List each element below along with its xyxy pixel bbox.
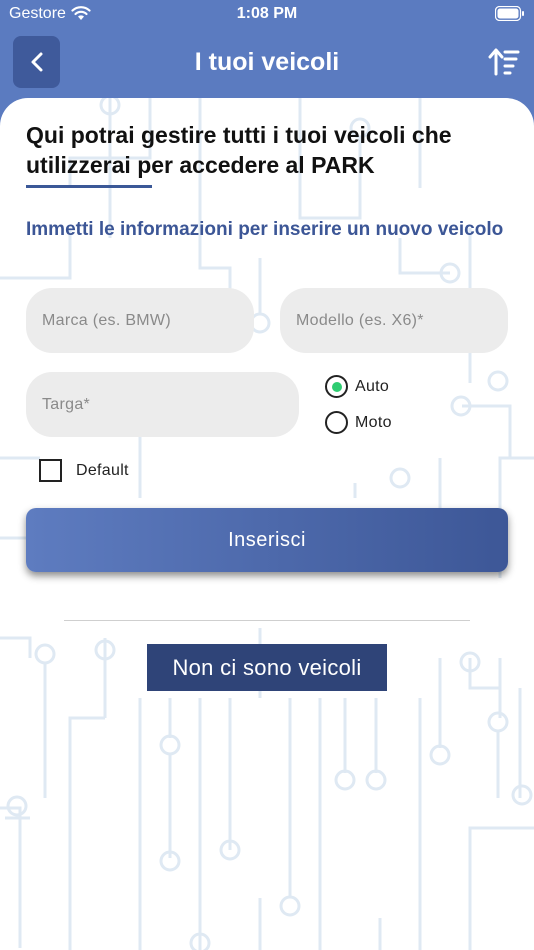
divider	[64, 620, 470, 621]
insert-button[interactable]: Inserisci	[26, 508, 508, 572]
radio-button-selected[interactable]	[325, 375, 348, 398]
status-bar: Gestore 1:08 PM	[0, 0, 534, 28]
battery-icon	[495, 6, 524, 21]
radio-selected-dot	[331, 381, 342, 392]
radio-auto-label: Auto	[355, 377, 390, 395]
brand-input[interactable]	[26, 288, 254, 353]
sort-icon[interactable]	[488, 47, 520, 77]
heading-underline	[26, 185, 152, 188]
intro-heading: Qui potrai gestire tutti i tuoi veicoli …	[26, 122, 452, 178]
radio-button[interactable]	[325, 411, 348, 434]
nav-bar: I tuoi veicoli	[0, 28, 534, 100]
model-input[interactable]	[280, 288, 508, 353]
default-checkbox-row[interactable]: Default	[39, 459, 129, 482]
default-checkbox[interactable]	[39, 459, 62, 482]
plate-input[interactable]	[26, 372, 299, 437]
radio-moto[interactable]: Moto	[325, 411, 392, 434]
default-checkbox-label: Default	[76, 461, 129, 479]
form-subtitle: Immetti le informazioni per inserire un …	[26, 219, 504, 240]
empty-list-message: Non ci sono veicoli	[147, 644, 387, 691]
page-title: I tuoi veicoli	[194, 48, 340, 76]
main-content: Qui potrai gestire tutti i tuoi veicoli …	[0, 98, 534, 950]
radio-auto[interactable]: Auto	[325, 375, 389, 398]
radio-moto-label: Moto	[355, 413, 392, 431]
status-time: 1:08 PM	[236, 5, 298, 22]
